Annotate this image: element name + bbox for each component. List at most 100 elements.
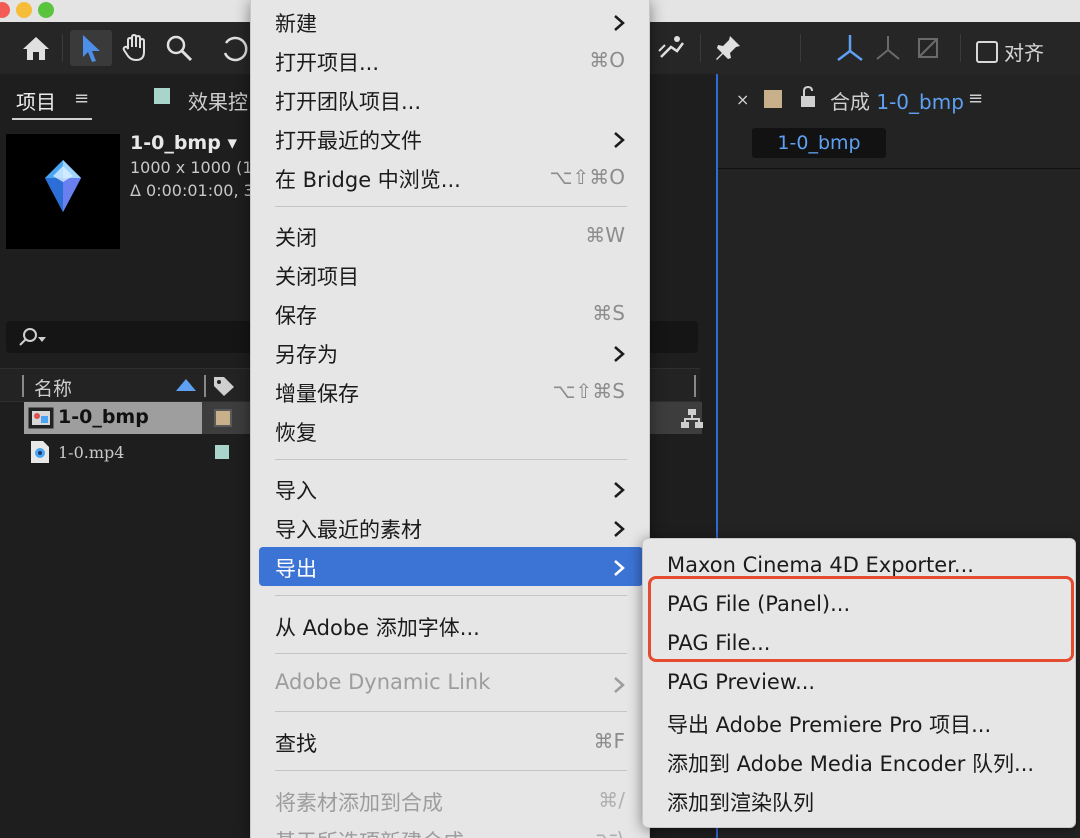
minimize-window-button[interactable] <box>16 2 32 18</box>
menu-item[interactable]: 增量保存 ⌥⇧⌘S <box>251 372 651 411</box>
menu-separator <box>275 459 627 460</box>
label-tag-icon[interactable] <box>212 375 236 397</box>
menu-item[interactable]: 保存 ⌘S <box>251 294 651 333</box>
zoom-tool-button[interactable] <box>160 30 198 66</box>
zoom-window-button[interactable] <box>38 2 54 18</box>
selected-item-name[interactable]: 1-0_bmp ▾ <box>130 132 237 154</box>
panel-divider <box>718 168 1080 169</box>
puppet-tool-button[interactable] <box>652 30 692 66</box>
rotate-icon <box>223 36 248 62</box>
unlock-icon[interactable] <box>798 86 818 108</box>
menu-item[interactable]: 关闭 ⌘W <box>251 216 651 255</box>
menu-separator <box>275 711 627 712</box>
menu-item-label: Adobe Dynamic Link <box>275 670 491 694</box>
menu-item[interactable]: 新建 <box>251 2 651 41</box>
column-divider[interactable] <box>694 375 696 397</box>
project-panel-tabs: 项目 ≡ 效果控 <box>0 74 250 126</box>
snap-toggle[interactable]: 对齐 <box>976 37 1044 66</box>
submenu-item[interactable]: PAG Preview... <box>667 670 815 694</box>
menu-item[interactable]: 导入 <box>251 469 651 508</box>
local-axis-button[interactable] <box>830 30 870 66</box>
world-axis-button[interactable] <box>870 30 906 66</box>
menu-item-label: 将素材添加到合成 <box>275 791 443 815</box>
menu-item-label: 恢复 <box>275 421 317 445</box>
hand-tool-button[interactable] <box>116 30 154 66</box>
selection-tool-button[interactable] <box>70 30 112 66</box>
menu-item-shortcut: ⌘F <box>593 729 625 753</box>
composition-title-prefix: 合成 <box>830 90 870 114</box>
menu-item-label: 基于所选项新建合成 <box>275 826 464 838</box>
item-name: 1-0_bmp <box>58 406 149 428</box>
column-name-header[interactable]: 名称 <box>34 374 72 401</box>
menu-item[interactable]: 打开最近的文件 <box>251 119 651 158</box>
snap-checkbox[interactable] <box>976 40 998 63</box>
menu-item-label: 导出 <box>275 557 317 581</box>
menu-item-label: 查找 <box>275 732 317 756</box>
menu-separator <box>275 595 627 596</box>
menu-item[interactable]: 打开项目... ⌘O <box>251 41 651 80</box>
chevron-right-icon <box>613 345 625 367</box>
pin-tool-button[interactable] <box>708 30 748 66</box>
item-name[interactable]: 1-0.mp4 <box>58 443 124 462</box>
view-axis-button[interactable] <box>910 30 946 66</box>
home-button[interactable] <box>16 30 56 66</box>
view-axis-icon <box>918 38 938 58</box>
chevron-right-icon <box>613 676 625 698</box>
composition-icon <box>28 407 54 429</box>
submenu-item[interactable]: 添加到 Adobe Media Encoder 队列... <box>667 748 1034 778</box>
menu-item-shortcut: ⌘W <box>585 223 625 247</box>
composition-color-swatch <box>764 90 782 108</box>
menu-item[interactable]: 关闭项目 <box>251 255 651 294</box>
composition-title-name: 1-0_bmp <box>876 90 964 114</box>
tab-project[interactable]: 项目 <box>16 86 56 115</box>
menu-item[interactable]: 查找 ⌘F <box>251 722 651 761</box>
menu-item[interactable]: 另存为 <box>251 333 651 372</box>
submenu-item[interactable]: 导出 Adobe Premiere Pro 项目... <box>667 709 991 739</box>
toolbar-divider <box>700 34 701 62</box>
menu-item-label: 打开最近的文件 <box>275 129 422 153</box>
menu-item-shortcut: ⌘S <box>592 301 625 325</box>
menu-separator <box>275 653 627 654</box>
composition-title[interactable]: 合成 1-0_bmp <box>830 86 964 115</box>
menu-item[interactable]: 恢复 <box>251 411 651 450</box>
flowchart-icon[interactable] <box>680 408 704 430</box>
menu-item-shortcut: ⌘/ <box>598 788 625 812</box>
toolbar-divider <box>800 34 801 62</box>
menu-item[interactable]: 导出 <box>259 547 643 586</box>
close-icon[interactable]: × <box>736 90 749 109</box>
panel-menu-icon[interactable]: ≡ <box>968 88 983 109</box>
column-divider[interactable] <box>204 375 206 397</box>
home-icon <box>23 37 49 60</box>
toolbar-divider <box>960 34 961 62</box>
menu-item[interactable]: 导入最近的素材 <box>251 508 651 547</box>
menu-item[interactable]: 在 Bridge 中浏览... ⌥⇧⌘O <box>251 158 651 197</box>
rotate-tool-button[interactable] <box>218 30 252 66</box>
highlight-annotation-box <box>648 576 1074 662</box>
sort-ascending-icon[interactable] <box>176 379 196 391</box>
menu-item-label: 导入最近的素材 <box>275 518 422 542</box>
menu-item[interactable]: 打开团队项目... <box>251 80 651 119</box>
menu-item[interactable]: 从 Adobe 添加字体... <box>251 606 651 645</box>
menu-item: Adobe Dynamic Link <box>251 664 651 703</box>
menu-item-label: 增量保存 <box>275 382 359 406</box>
pushpin-icon <box>716 36 740 60</box>
menu-item-label: 导入 <box>275 479 317 503</box>
chevron-right-icon <box>613 131 625 153</box>
label-color-swatch[interactable] <box>215 445 229 459</box>
label-color-swatch[interactable] <box>214 409 232 427</box>
menu-item-label: 新建 <box>275 12 317 36</box>
menu-item-shortcut: ⌘O <box>589 48 625 72</box>
selected-item-dimensions: 1000 x 1000 (1. <box>130 158 258 177</box>
submenu-item[interactable]: Maxon Cinema 4D Exporter... <box>667 553 974 577</box>
close-window-button[interactable] <box>0 2 10 18</box>
puppet-icon <box>658 36 684 58</box>
submenu-item[interactable]: 添加到渲染队列 <box>667 787 814 817</box>
menu-item-shortcut: ⌥\ <box>595 827 625 838</box>
arrow-pointer-icon <box>83 35 100 62</box>
hand-icon <box>122 33 145 62</box>
tab-effect-controls[interactable]: 效果控 <box>188 86 248 115</box>
menu-item-shortcut: ⌥⇧⌘O <box>549 165 625 189</box>
column-divider[interactable] <box>22 375 24 397</box>
panel-menu-icon[interactable]: ≡ <box>74 88 89 109</box>
composition-viewer-tab[interactable]: 1-0_bmp <box>752 128 886 158</box>
